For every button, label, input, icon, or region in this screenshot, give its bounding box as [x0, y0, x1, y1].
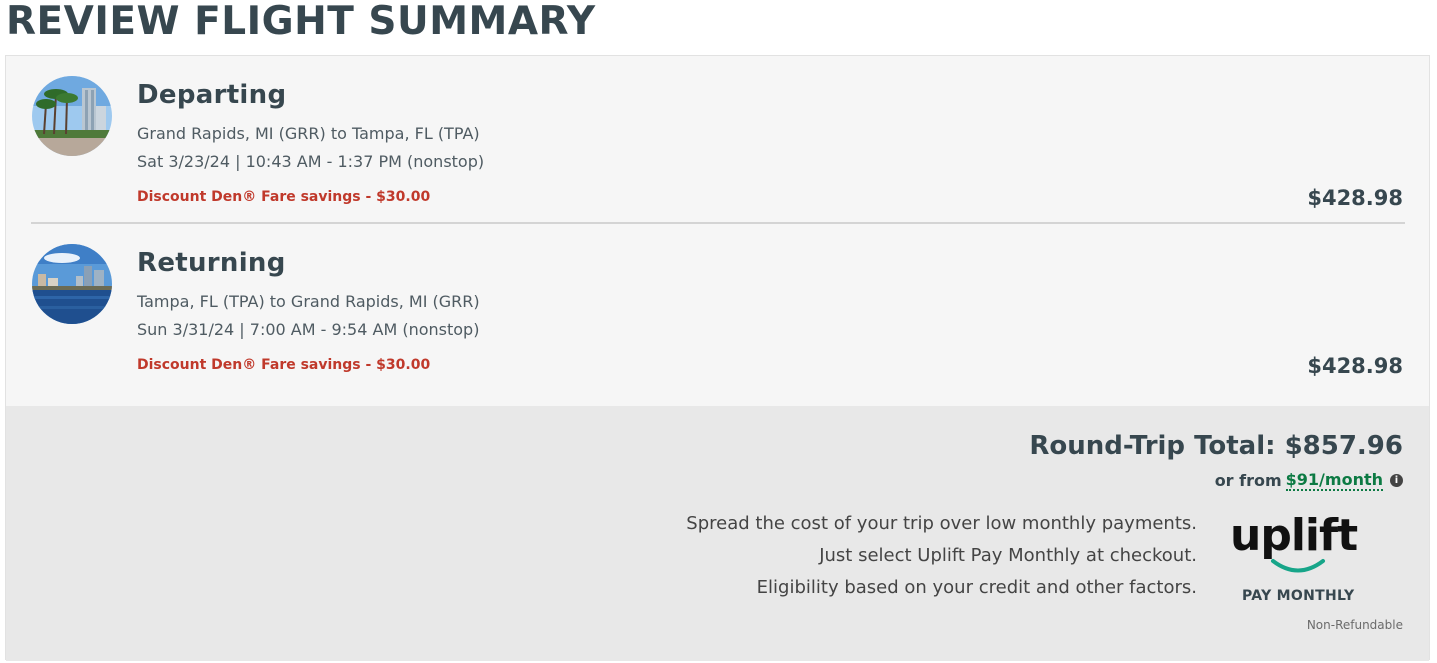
uplift-tagline: PAY MONTHLY — [1242, 588, 1355, 604]
uplift-logo: uplift — [1230, 514, 1370, 580]
waterfront-city-photo — [32, 244, 112, 324]
uplift-logo-text: uplift — [1230, 510, 1358, 561]
fare-savings: Discount Den® Fare savings - $30.00 — [137, 357, 431, 373]
page-title: REVIEW FLIGHT SUMMARY — [6, 0, 596, 44]
uplift-promo-text: Spread the cost of your trip over low mo… — [686, 508, 1197, 604]
leg-time: Sat 3/23/24 | 10:43 AM - 1:37 PM (nonsto… — [137, 152, 485, 171]
non-refundable-note: Non-Refundable — [1306, 618, 1403, 632]
promo-line: Spread the cost of your trip over low mo… — [686, 513, 1197, 534]
leg-price: $428.98 — [1307, 354, 1403, 378]
fare-savings: Discount Den® Fare savings - $30.00 — [137, 189, 431, 205]
destination-photo — [32, 244, 112, 324]
promo-line: Eligibility based on your credit and oth… — [756, 577, 1197, 598]
flight-summary-card: Departing Grand Rapids, MI (GRR) to Tamp… — [5, 55, 1430, 661]
leg-price: $428.98 — [1307, 186, 1403, 210]
leg-heading: Departing — [137, 80, 287, 110]
departing-leg: Departing Grand Rapids, MI (GRR) to Tamp… — [6, 56, 1429, 224]
monthly-prefix: or from — [1214, 471, 1282, 490]
smile-icon — [1271, 559, 1325, 573]
destination-photo — [32, 76, 112, 156]
monthly-payment-link[interactable]: $91/month — [1285, 470, 1383, 491]
total-panel: Round-Trip Total: $857.96 or from $91/mo… — [6, 406, 1429, 661]
palm-city-skyline-photo — [32, 76, 112, 156]
returning-leg: Returning Tampa, FL (TPA) to Grand Rapid… — [6, 224, 1429, 392]
round-trip-total: Round-Trip Total: $857.96 — [1029, 431, 1403, 461]
leg-time: Sun 3/31/24 | 7:00 AM - 9:54 AM (nonstop… — [137, 320, 480, 339]
monthly-payment-line: or from $91/month i — [1215, 470, 1403, 491]
leg-route: Grand Rapids, MI (GRR) to Tampa, FL (TPA… — [137, 124, 480, 143]
info-icon[interactable]: i — [1390, 474, 1403, 487]
leg-route: Tampa, FL (TPA) to Grand Rapids, MI (GRR… — [137, 292, 480, 311]
leg-heading: Returning — [137, 248, 286, 278]
promo-line: Just select Uplift Pay Monthly at checko… — [819, 545, 1197, 566]
